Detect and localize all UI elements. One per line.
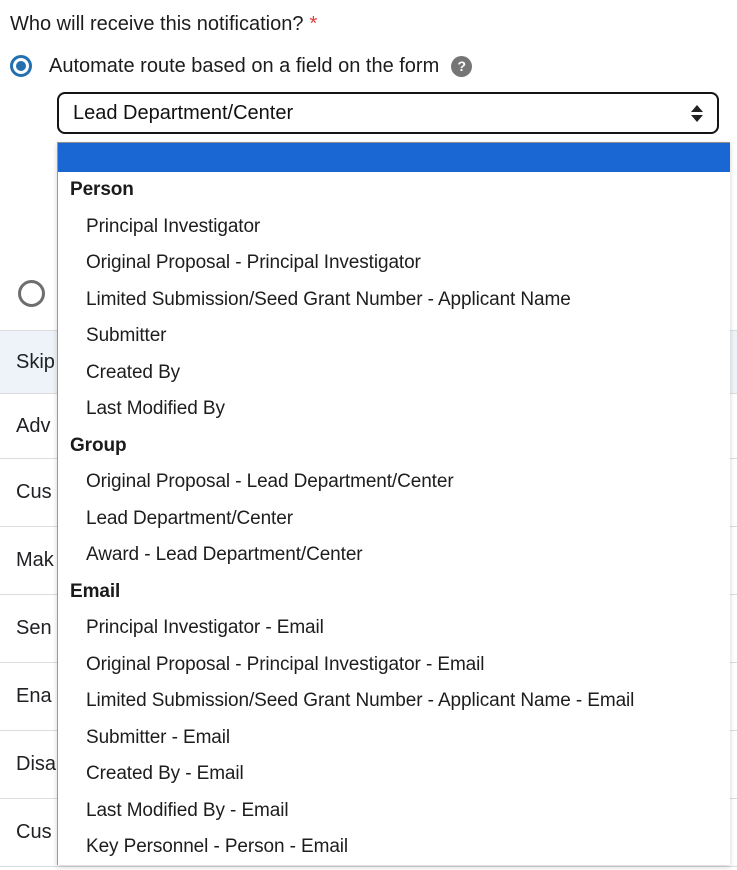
radio-dot (16, 61, 26, 71)
help-icon[interactable]: ? (451, 56, 472, 77)
dropdown-group-label: Person (58, 172, 730, 209)
radio-selected-icon[interactable] (10, 55, 32, 77)
dropdown-option[interactable]: Key Personnel - Person - Email (58, 829, 730, 865)
notification-routing-form: Who will receive this notification? * Aut… (0, 0, 737, 870)
question-title: Who will receive this notification? * (10, 12, 317, 36)
radio-option-automate-route[interactable]: Automate route based on a field on the f… (10, 53, 472, 79)
dropdown-option[interactable]: Last Modified By (58, 391, 730, 428)
row-divider (0, 866, 737, 867)
dropdown-option[interactable]: Principal Investigator - Email (58, 610, 730, 647)
dropdown-groups: PersonPrincipal InvestigatorOriginal Pro… (58, 172, 730, 865)
dropdown-option[interactable]: Original Proposal - Lead Department/Cent… (58, 464, 730, 501)
dropdown-option[interactable]: Last Modified By - Email (58, 793, 730, 830)
dropdown-option[interactable]: Limited Submission/Seed Grant Number - A… (58, 683, 730, 720)
dropdown-option[interactable]: Submitter - Email (58, 720, 730, 757)
select-updown-icon (691, 105, 703, 122)
dropdown-group-label: Email (58, 574, 730, 611)
dropdown-option[interactable]: Original Proposal - Principal Investigat… (58, 647, 730, 684)
required-asterisk: * (309, 13, 317, 35)
dropdown-group-label: Group (58, 428, 730, 465)
select-dropdown-list: PersonPrincipal InvestigatorOriginal Pro… (57, 142, 730, 865)
question-label: Who will receive this notification? (10, 13, 303, 35)
radio-unselected-icon[interactable] (18, 280, 45, 307)
route-field-select[interactable]: Lead Department/Center (57, 92, 719, 134)
dropdown-option[interactable]: Created By - Email (58, 756, 730, 793)
dropdown-option[interactable]: Submitter (58, 318, 730, 355)
radio-option-label: Automate route based on a field on the f… (49, 55, 439, 78)
triangle-down-icon (691, 115, 703, 122)
dropdown-option[interactable]: Created By (58, 355, 730, 392)
select-value: Lead Department/Center (73, 102, 691, 125)
dropdown-option[interactable]: Limited Submission/Seed Grant Number - A… (58, 282, 730, 319)
dropdown-option[interactable]: Principal Investigator (58, 209, 730, 246)
dropdown-option[interactable]: Lead Department/Center (58, 501, 730, 538)
dropdown-option-blank-selected[interactable] (58, 143, 730, 172)
triangle-up-icon (691, 105, 703, 112)
dropdown-option[interactable]: Award - Lead Department/Center (58, 537, 730, 574)
dropdown-option[interactable]: Original Proposal - Principal Investigat… (58, 245, 730, 282)
